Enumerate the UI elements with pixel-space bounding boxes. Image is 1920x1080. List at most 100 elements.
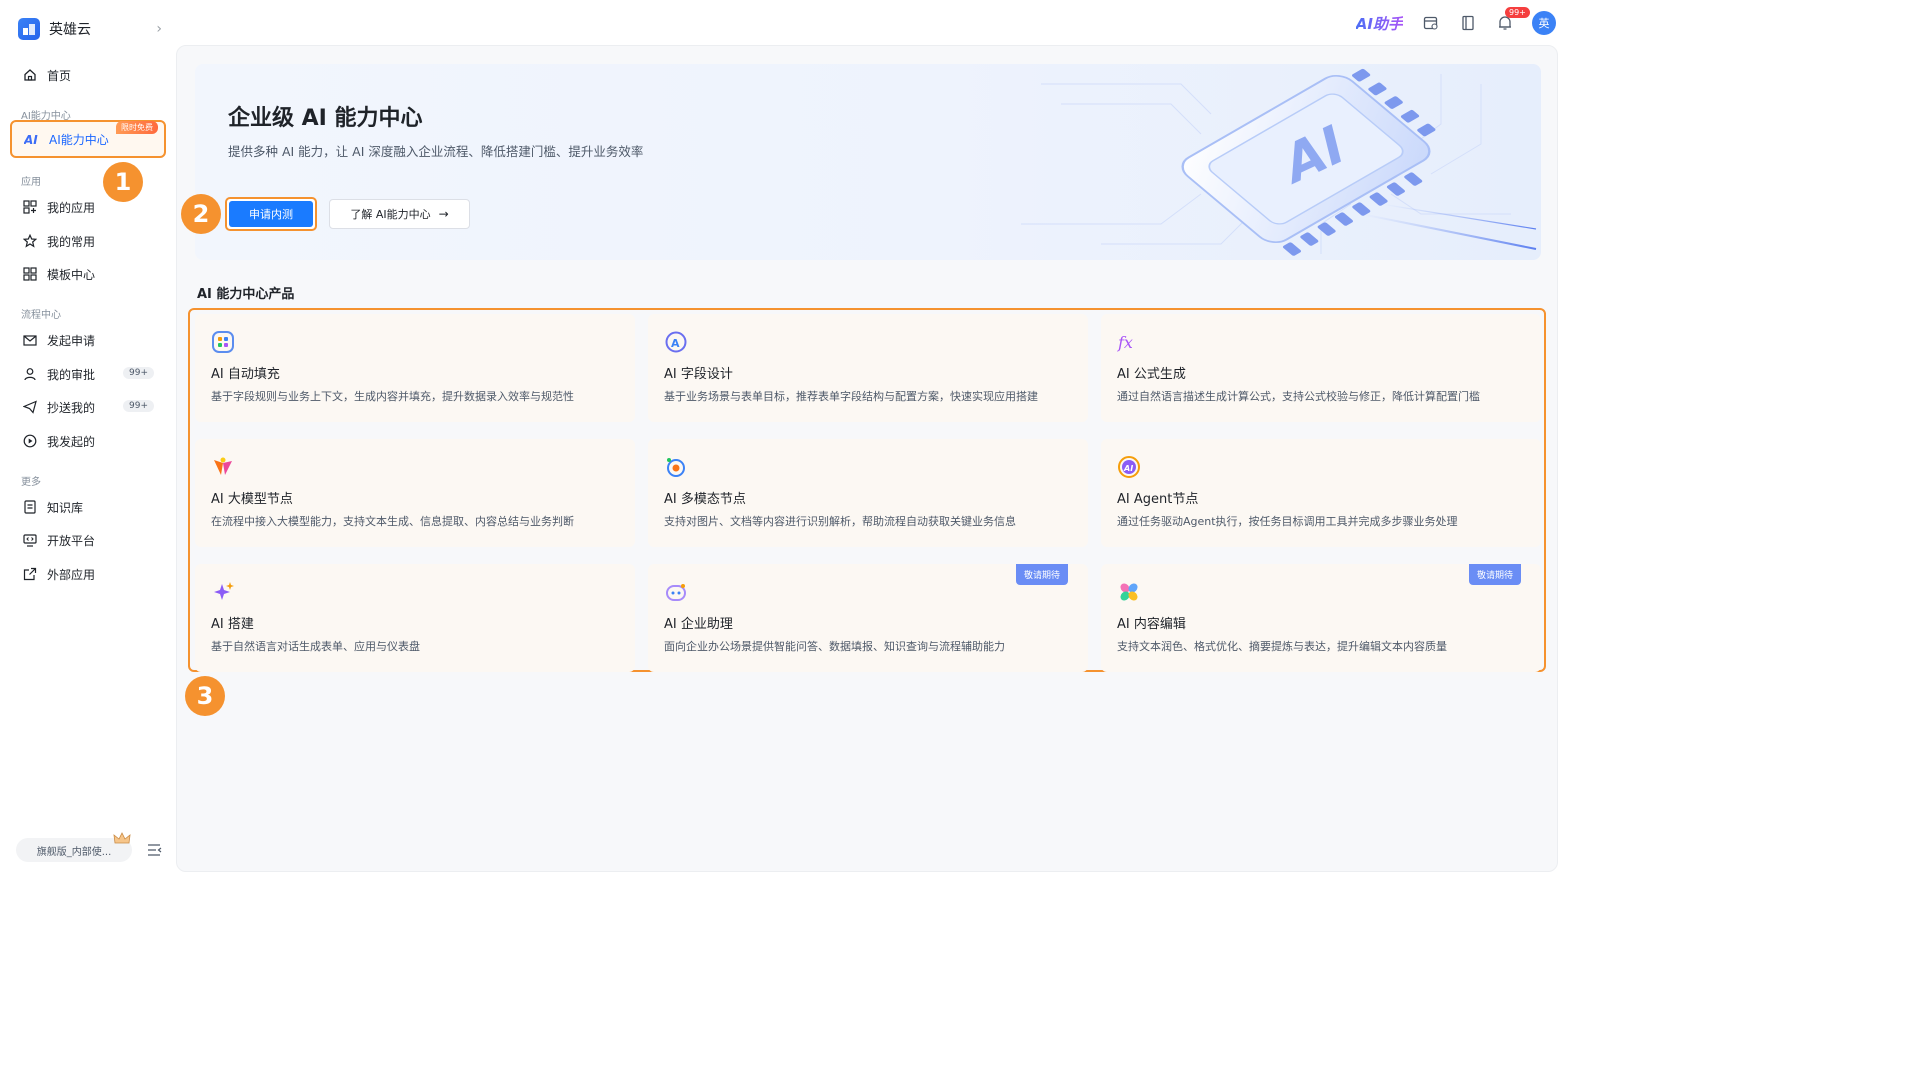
arrow-right-icon: → [438,207,449,221]
sidebar-item-my-frequent[interactable]: 我的常用 [10,226,166,256]
cc-count-badge: 99+ [123,400,154,412]
product-desc: 通过任务驱动Agent执行，按任务目标调用工具并完成多步骤业务处理 [1117,515,1458,528]
external-link-icon [22,566,38,582]
sidebar-item-knowledge[interactable]: 知识库 [10,492,166,522]
mail-send-icon [22,332,38,348]
send-icon [22,399,38,415]
product-card[interactable]: AI 大模型节点 在流程中接入大模型能力，支持文本生成、信息提取、内容总结与业务… [195,439,635,547]
product-card[interactable]: fx AI 公式生成 通过自然语言描述生成计算公式，支持公式校验与修正，降低计算… [1101,314,1541,422]
sidebar-item-label: 我发起的 [47,434,96,449]
avatar[interactable]: 英 [1532,11,1556,35]
annotation-marker-2: 2 [181,194,221,234]
learn-more-label: 了解 AI能力中心 [350,208,431,221]
notification-badge: 99+ [1505,7,1530,18]
star-icon [22,233,38,249]
sidebar-item-label: AI能力中心 [49,132,109,147]
product-desc: 基于自然语言对话生成表单、应用与仪表盘 [211,640,420,653]
sidebar-item-my-approvals[interactable]: 我的审批 99+ [10,359,166,389]
sidebar-item-home[interactable]: 首页 [10,60,166,90]
svg-text:AI: AI [1123,464,1133,473]
products-section-title: AI 能力中心产品 [197,287,295,302]
multimodal-icon [664,458,688,482]
notebook-icon[interactable] [1458,13,1478,33]
product-desc: 通过自然语言描述生成计算公式，支持公式校验与修正，降低计算配置门槛 [1117,390,1480,403]
chevron-right-icon[interactable]: › [156,21,162,37]
sidebar-item-external-apps[interactable]: 外部应用 [10,559,166,589]
content-edit-icon [1117,583,1141,607]
brand-name: 英雄云 [49,22,91,38]
monitor-code-icon [22,532,38,548]
sidebar-item-my-apps[interactable]: 我的应用 [10,192,166,222]
product-card[interactable]: 敬请期待 AI 企业助理 面向企业办公场景提供智能问答、数据填报、知识查询与流程… [648,564,1088,672]
ai-icon: AI [24,131,40,147]
agent-icon: AI [1117,456,1141,482]
products-grid: AI 自动填充 基于字段规则与业务上下文，生成内容并填充，提升数据录入效率与规范… [188,308,1546,672]
product-desc: 基于业务场景与表单目标，推荐表单字段结构与配置方案，快速实现应用搭建 [664,390,1038,403]
product-card[interactable]: AI 自动填充 基于字段规则与业务上下文，生成内容并填充，提升数据录入效率与规范… [195,314,635,422]
coming-soon-badge: 敬请期待 [1468,564,1521,585]
product-desc: 在流程中接入大模型能力，支持文本生成、信息提取、内容总结与业务判断 [211,515,574,528]
svg-text:A: A [671,337,680,350]
group-title-more: 更多 [21,477,41,488]
play-circle-icon [22,433,38,449]
sidebar-item-open-platform[interactable]: 开放平台 [10,525,166,555]
product-title: AI 自动填充 [211,367,280,382]
ai-helper-button[interactable]: AI助手 [1356,13,1403,34]
template-icon [22,266,38,282]
product-card[interactable]: AI AI Agent节点 通过任务驱动Agent执行，按任务目标调用工具并完成… [1101,439,1541,547]
sidebar-item-label: 开放平台 [47,533,96,548]
annotation-marker-3: 3 [185,676,225,716]
sidebar-item-label: 我的审批 [47,367,96,382]
sidebar-item-label: 我的应用 [47,200,96,215]
book-icon [22,499,38,515]
topbar-actions: AI助手 99+ 英 [1356,7,1556,36]
sidebar: 英雄云 › 首页 AI能力中心 AI AI能力中心 限时免费 1 应用 我的应用… [0,0,176,882]
brand-logo-icon [18,18,40,40]
field-design-icon: A [664,331,688,357]
page-subtitle: 提供多种 AI 能力，让 AI 深度融入企业流程、降低搭建门槛、提升业务效率 [228,144,644,159]
page-title: 企业级 AI 能力中心 [228,106,423,131]
product-desc: 面向企业办公场景提供智能问答、数据填报、知识查询与流程辅助能力 [664,640,1005,653]
learn-more-button[interactable]: 了解 AI能力中心 → [329,199,470,229]
home-icon [22,67,38,83]
sidebar-item-label: 知识库 [47,500,84,515]
apply-beta-label: 申请内测 [229,201,313,227]
product-desc: 支持文本润色、格式优化、摘要提炼与表达，提升编辑文本内容质量 [1117,640,1447,653]
product-card[interactable]: AI 搭建 基于自然语言对话生成表单、应用与仪表盘 [195,564,635,672]
product-title: AI 企业助理 [664,617,733,632]
free-badge: 限时免费 [116,121,158,134]
apply-beta-button[interactable]: 申请内测 [225,197,317,231]
sidebar-item-templates[interactable]: 模板中心 [10,259,166,289]
assistant-icon [664,584,688,607]
sidebar-item-cc-me[interactable]: 抄送我的 99+ [10,392,166,422]
approval-count-badge: 99+ [123,367,154,379]
product-title: AI 内容编辑 [1117,617,1186,632]
product-title: AI 大模型节点 [211,492,293,507]
user-check-icon [22,366,38,382]
sidebar-item-label: 模板中心 [47,267,96,282]
sidebar-item-label: 首页 [47,68,72,83]
brand-switcher[interactable]: 英雄云 › [18,18,162,40]
sidebar-item-ai-center[interactable]: AI AI能力中心 限时免费 [10,120,166,158]
grid-icon [211,331,235,357]
product-desc: 基于字段规则与业务上下文，生成内容并填充，提升数据录入效率与规范性 [211,390,574,403]
fx-icon: fx [1117,333,1141,357]
product-title: AI Agent节点 [1117,492,1199,507]
sparkle-icon [211,582,235,607]
product-card[interactable]: A AI 字段设计 基于业务场景与表单目标，推荐表单字段结构与配置方案，快速实现… [648,314,1088,422]
product-card[interactable]: 敬请期待 AI 内容编辑 支持文本润色、格式优化、摘要提炼与表达，提升编辑文本内… [1101,564,1541,672]
collapse-sidebar-icon[interactable] [147,843,163,860]
sidebar-item-label: 抄送我的 [47,400,96,415]
apps-grid-icon [22,199,38,215]
coming-soon-badge: 敬请期待 [1015,564,1068,585]
sidebar-item-my-started[interactable]: 我发起的 [10,426,166,456]
product-card[interactable]: AI 多模态节点 支持对图片、文档等内容进行识别解析，帮助流程自动获取关键业务信… [648,439,1088,547]
main-content: AI 企业级 AI 能力中心 提供多种 AI 能力，让 AI 深度融入企业流程、… [176,45,1558,872]
sidebar-item-start-request[interactable]: 发起申请 [10,325,166,355]
hero-banner: AI 企业级 AI 能力中心 提供多种 AI 能力，让 AI 深度融入企业流程、… [195,64,1541,260]
calendar-settings-icon[interactable] [1421,13,1441,33]
group-title-flow: 流程中心 [21,310,61,321]
sidebar-item-label: 我的常用 [47,234,96,249]
svg-text:fx: fx [1117,333,1133,352]
bell-icon[interactable]: 99+ [1495,7,1530,33]
